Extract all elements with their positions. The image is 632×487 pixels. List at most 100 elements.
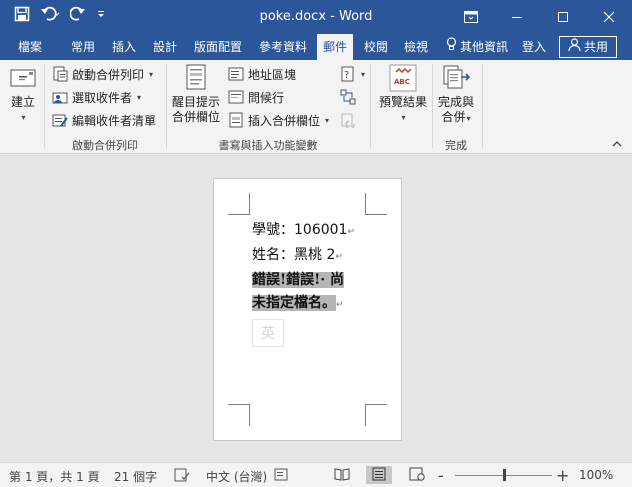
greeting-line-button[interactable]: 問候行	[228, 87, 284, 107]
chevron-down-icon: ▾	[149, 69, 154, 79]
web-layout-button[interactable]	[404, 466, 430, 484]
recipients-icon	[52, 89, 68, 105]
start-mail-merge-label: 啟動合併列印	[72, 67, 145, 82]
proofing-book-icon	[174, 468, 190, 485]
paragraph-mark-icon: ↵	[335, 252, 343, 262]
merge-error-field-1[interactable]: 錯誤!錯誤!· 尚	[252, 272, 345, 288]
ribbon-tabs: 檔案 常用 插入 設計 版面配置 參考資料 郵件 校閱 檢視 其他資訊 登入 共…	[0, 34, 632, 60]
page-count[interactable]: 第 1 頁，共 1 頁	[9, 468, 100, 485]
preview-results-label: 預覽結果	[378, 95, 427, 109]
share-label: 共用	[584, 40, 609, 54]
status-bar: 第 1 頁，共 1 頁 21 個字 中文 (台灣) - + 100%	[0, 462, 632, 487]
paragraph: 錯誤!錯誤!· 尚	[252, 269, 372, 292]
start-mail-merge-button[interactable]: 啟動合併列印 ▾	[52, 64, 153, 84]
create-label: 建立	[10, 95, 35, 109]
zoom-in-button[interactable]: +	[556, 466, 569, 485]
insert-merge-field-button[interactable]: 插入合併欄位 ▾	[228, 110, 329, 130]
margin-marker	[365, 404, 387, 426]
edit-list-icon	[52, 112, 68, 128]
highlight-fields-label-2: 合併欄位	[171, 110, 220, 124]
tab-file[interactable]: 檔案	[12, 34, 48, 60]
group-divider	[432, 64, 433, 148]
group-label-write-insert: 書寫與插入功能變數	[218, 139, 318, 152]
finish-merge-icon	[442, 64, 470, 92]
tab-view[interactable]: 檢視	[398, 34, 434, 60]
read-mode-button[interactable]	[329, 466, 355, 484]
chevron-down-icon: ▾	[401, 113, 406, 122]
highlight-merge-fields-button[interactable]: 醒目提示 合併欄位	[171, 64, 221, 125]
print-layout-icon	[372, 467, 386, 484]
group-divider	[370, 64, 371, 148]
margin-marker	[365, 193, 387, 215]
chevron-down-icon: ▾	[137, 92, 142, 102]
insert-merge-field-label: 插入合併欄位	[248, 113, 321, 128]
rules-button[interactable]: ? ▾	[340, 64, 365, 84]
paragraph-mark-icon: ↵	[336, 300, 344, 310]
name-text: 姓名：黑桃 2	[252, 247, 336, 263]
language-label: 中文 (台灣)	[206, 470, 268, 484]
finish-merge-label-1: 完成與	[437, 95, 474, 109]
share-button[interactable]: 共用	[559, 36, 618, 58]
tab-insert[interactable]: 插入	[106, 34, 142, 60]
maximize-icon[interactable]	[540, 0, 586, 34]
tab-references[interactable]: 參考資料	[253, 34, 313, 60]
zoom-slider-thumb[interactable]	[502, 469, 506, 481]
abc-label: ABC	[394, 78, 410, 86]
select-recipients-button[interactable]: 選取收件者 ▾	[52, 87, 141, 107]
document-page[interactable]: 學號：106001↵ 姓名：黑桃 2↵ 錯誤!錯誤!· 尚 未指定檔名。↵ 英	[213, 178, 402, 441]
rules-icon: ?	[340, 66, 356, 82]
language-indicator[interactable]: 中文 (台灣)	[206, 468, 267, 485]
group-divider	[166, 64, 167, 148]
edit-recipient-list-button[interactable]: 編輯收件者清單	[52, 110, 156, 130]
paragraph: 姓名：黑桃 2↵	[252, 244, 372, 269]
close-icon[interactable]	[586, 0, 632, 34]
track-changes-status[interactable]	[274, 468, 290, 485]
start-merge-icon	[52, 66, 68, 82]
address-block-button[interactable]: 地址區塊	[228, 64, 296, 84]
macro-record-icon	[274, 468, 290, 485]
finish-merge-label-2: 合併▾	[441, 110, 471, 124]
document-canvas[interactable]: 學號：106001↵ 姓名：黑桃 2↵ 錯誤!錯誤!· 尚 未指定檔名。↵ 英	[0, 155, 632, 462]
ribbon-display-options-icon[interactable]	[448, 0, 494, 34]
tab-layout[interactable]: 版面配置	[188, 34, 248, 60]
create-button[interactable]: 建立 ▾	[8, 64, 38, 125]
zoom-level[interactable]: 100%	[579, 468, 613, 482]
lightbulb-icon	[446, 34, 457, 60]
read-mode-icon	[334, 467, 350, 484]
group-label-start-merge: 啟動合併列印	[72, 139, 138, 152]
preview-results-button[interactable]: ABC 預覽結果 ▾	[376, 64, 430, 125]
tab-review[interactable]: 校閱	[358, 34, 394, 60]
insert-field-icon	[228, 112, 244, 128]
zoom-out-button[interactable]: -	[438, 466, 444, 485]
person-icon	[568, 37, 581, 57]
print-layout-button[interactable]	[366, 466, 392, 484]
greeting-line-icon	[228, 89, 244, 105]
tab-design[interactable]: 設計	[147, 34, 183, 60]
merge-error-field-2[interactable]: 未指定檔名。	[252, 295, 336, 311]
document-body[interactable]: 學號：106001↵ 姓名：黑桃 2↵ 錯誤!錯誤!· 尚 未指定檔名。↵	[252, 219, 372, 317]
update-labels-icon	[340, 112, 356, 128]
group-divider	[482, 64, 483, 148]
highlight-fields-label-1: 醒目提示	[171, 95, 220, 109]
ribbon: 建立 ▾ 啟動合併列印 ▾ 選取收件者 ▾ 編輯收件者清單 啟動合併列印 醒目提…	[0, 60, 632, 154]
paragraph: 未指定檔名。↵	[252, 292, 372, 317]
proofing-status[interactable]	[174, 468, 190, 485]
tell-me-label: 其他資訊	[460, 40, 509, 54]
finish-merge-button[interactable]: 完成與 合併▾	[436, 64, 476, 126]
tab-home[interactable]: 常用	[65, 34, 101, 60]
minimize-icon[interactable]	[494, 0, 540, 34]
chevron-down-icon: ▾	[21, 113, 26, 122]
edit-recipient-list-label: 編輯收件者清單	[72, 113, 157, 128]
envelope-icon	[9, 64, 37, 92]
collapse-ribbon-icon[interactable]	[612, 140, 622, 151]
match-fields-button[interactable]	[340, 87, 356, 107]
web-layout-icon	[409, 467, 425, 484]
word-count[interactable]: 21 個字	[114, 468, 157, 485]
preview-results-icon: ABC	[389, 64, 417, 92]
margin-marker	[228, 404, 250, 426]
sign-in-link[interactable]: 登入	[516, 34, 552, 60]
update-labels-button	[340, 110, 356, 130]
match-fields-icon	[340, 89, 356, 105]
tab-mailings[interactable]: 郵件	[317, 34, 354, 60]
tell-me[interactable]: 其他資訊	[440, 34, 514, 60]
